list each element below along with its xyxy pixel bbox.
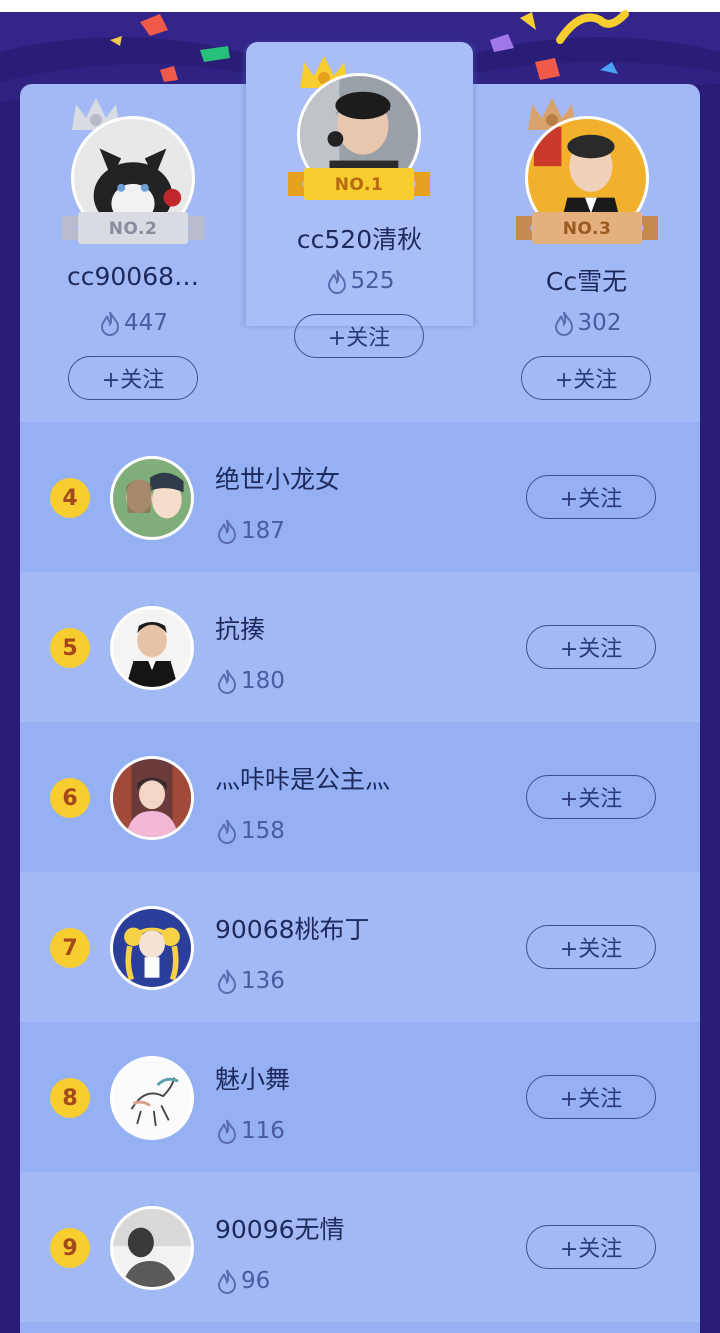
score: 180 [215, 668, 285, 694]
user-name: Cc雪无 [545, 267, 628, 296]
rank-label: NO.2 [108, 219, 158, 239]
score-value: 302 [577, 310, 622, 336]
user-name: 90096无情 [215, 1215, 345, 1244]
flame-icon [217, 1269, 237, 1294]
list-item[interactable]: 6 灬咔咔是公主灬 158 +关注 [20, 722, 700, 872]
avatar[interactable] [110, 756, 194, 840]
follow-button[interactable]: +关注 [294, 314, 424, 358]
score: 525 [246, 268, 473, 294]
user-name: 魅小舞 [215, 1065, 291, 1094]
score: 136 [215, 968, 285, 994]
score-value: 158 [241, 818, 285, 844]
user-name: cc520清秋 [296, 225, 423, 254]
flame-icon [327, 269, 346, 294]
ranking-list: 4 绝世小龙女 187 +关注 5 抗揍 180 +关注 6 灬咔咔是公主灬 1… [20, 422, 700, 1333]
follow-button[interactable]: +关注 [526, 475, 656, 519]
list-item-partial [20, 1322, 700, 1333]
follow-button[interactable]: +关注 [526, 1225, 656, 1269]
flame-icon [217, 969, 237, 994]
rank-label: NO.1 [334, 175, 384, 195]
rank-badge: 7 [50, 928, 90, 968]
score: 447 [20, 310, 246, 336]
avatar[interactable] [110, 1206, 194, 1290]
follow-button[interactable]: +关注 [526, 775, 656, 819]
flame-icon [217, 519, 237, 544]
score: 302 [473, 310, 700, 336]
list-item[interactable]: 5 抗揍 180 +关注 [20, 572, 700, 722]
user-name: 90068桃布丁 [215, 915, 370, 944]
score: 116 [215, 1118, 285, 1144]
user-name: 绝世小龙女 [215, 465, 341, 494]
flame-icon [217, 669, 237, 694]
list-item[interactable]: 9 90096无情 96 +关注 [20, 1172, 700, 1322]
score-value: 447 [124, 310, 168, 336]
flame-icon [101, 311, 120, 336]
avatar[interactable] [110, 1056, 194, 1140]
avatar[interactable] [110, 906, 194, 990]
rank-badge: 8 [50, 1078, 90, 1118]
score: 187 [215, 518, 285, 544]
user-name: 灬咔咔是公主灬 [215, 765, 391, 794]
list-item[interactable]: 4 绝世小龙女 187 +关注 [20, 422, 700, 572]
flame-icon [554, 311, 573, 336]
score: 158 [215, 818, 285, 844]
score-value: 187 [241, 518, 285, 544]
score: 96 [215, 1268, 270, 1294]
avatar[interactable] [110, 606, 194, 690]
list-item[interactable]: 8 魅小舞 116 +关注 [20, 1022, 700, 1172]
follow-button[interactable]: +关注 [526, 1075, 656, 1119]
rank-badge: 9 [50, 1228, 90, 1268]
rank-badge: 5 [50, 628, 90, 668]
list-item[interactable]: 7 90068桃布丁 136 +关注 [20, 872, 700, 1022]
user-name: cc90068… [66, 262, 200, 291]
rank-label: NO.3 [562, 219, 612, 239]
score-value: 525 [350, 268, 395, 294]
flame-icon [217, 819, 237, 844]
score-value: 96 [241, 1268, 271, 1294]
follow-button[interactable]: +关注 [521, 356, 651, 400]
follow-button[interactable]: +关注 [526, 625, 656, 669]
flame-icon [217, 1119, 237, 1144]
rank-badge: 6 [50, 778, 90, 818]
rank-badge: 4 [50, 478, 90, 518]
score-value: 116 [241, 1118, 285, 1144]
user-name: 抗揍 [215, 615, 266, 644]
follow-button[interactable]: +关注 [68, 356, 198, 400]
score-value: 136 [241, 968, 285, 994]
follow-button[interactable]: +关注 [526, 925, 656, 969]
avatar[interactable] [110, 456, 194, 540]
score-value: 180 [241, 668, 285, 694]
